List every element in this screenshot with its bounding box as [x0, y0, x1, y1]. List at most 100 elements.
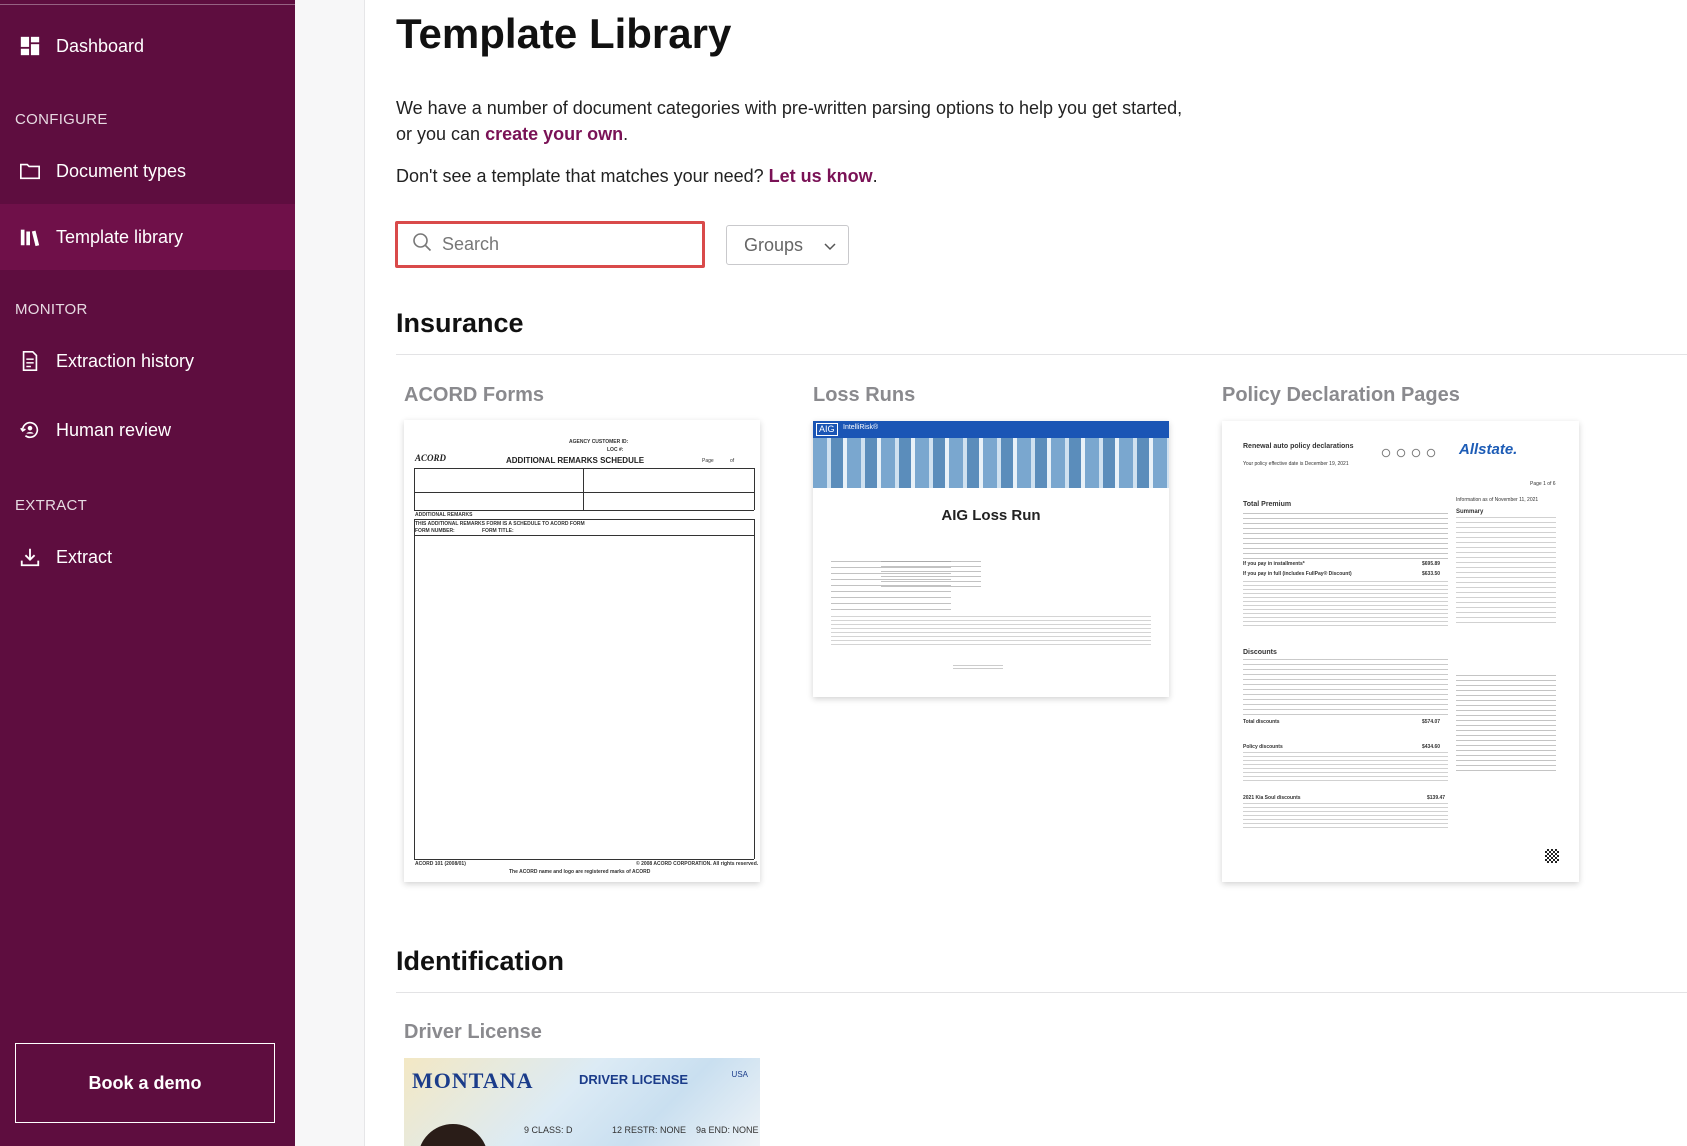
acord-page-label: Page — [702, 458, 714, 464]
intro-line-2: or you can — [396, 124, 486, 144]
chevron-down-icon — [824, 235, 836, 256]
acord-agency-label: AGENCY CUSTOMER ID: — [569, 439, 629, 445]
let-us-know-link[interactable]: Let us know — [769, 166, 873, 186]
sidebar-item-label: Dashboard — [56, 35, 145, 56]
allstate-side-note — [1456, 675, 1556, 775]
acord-loc-label: LOC #: — [607, 447, 624, 453]
dashboard-icon — [18, 34, 42, 58]
create-your-own-link[interactable]: create your own — [485, 124, 623, 144]
acord-footer-left: ACORD 101 (2008/01) — [415, 861, 466, 867]
intro-text: We have a number of document categories … — [396, 95, 1256, 147]
section-title-identification: Identification — [396, 946, 564, 976]
allstate-total-discounts: Total discounts — [1243, 719, 1280, 725]
sidebar-item-label: Document types — [56, 160, 187, 181]
hint-text: Don't see a template that matches your n… — [396, 166, 878, 187]
allstate-premium-table — [1243, 513, 1448, 559]
allstate-installments-value: $695.89 — [1422, 561, 1441, 567]
allstate-policy-discounts: Policy discounts — [1243, 744, 1283, 750]
human-review-icon — [18, 418, 42, 442]
main-content: Template Library We have a number of doc… — [365, 0, 1687, 1146]
acord-heading: ADDITIONAL REMARKS SCHEDULE — [506, 456, 645, 465]
sidebar-item-label: Extract — [56, 546, 113, 567]
allstate-summary-text — [1456, 517, 1556, 627]
acord-footer-center: The ACORD name and logo are registered m… — [509, 869, 651, 875]
allstate-kia-discounts-value: $139.47 — [1427, 795, 1446, 801]
aig-disclaimer-text — [831, 616, 1151, 646]
aig-product: IntelliRisk® — [843, 424, 879, 431]
sidebar-item-extract[interactable]: Extract — [0, 524, 295, 590]
license-title: DRIVER LICENSE — [579, 1072, 689, 1087]
acord-schedule-note: THIS ADDITIONAL REMARKS FORM IS A SCHEDU… — [415, 521, 585, 527]
license-photo — [418, 1124, 488, 1146]
aig-footer — [953, 665, 1003, 671]
allstate-installments: If you pay in installments* — [1243, 561, 1305, 567]
search-box[interactable] — [395, 221, 705, 268]
license-state: MONTANA — [412, 1068, 534, 1093]
allstate-info-date: Information as of November 11, 2021 — [1456, 497, 1539, 503]
acord-form-thumbnail: AGENCY CUSTOMER ID: LOC #: ACORD ADDITIO… — [404, 420, 760, 882]
sidebar-item-document-types[interactable]: Document types — [0, 138, 295, 204]
allstate-policy-discounts-table — [1243, 752, 1448, 784]
driver-license-thumbnail: MONTANA DRIVER LICENSE USA 9 CLASS: D 12… — [404, 1058, 760, 1146]
license-class: 9 CLASS: D — [524, 1125, 573, 1135]
aig-header-bar: AIG IntelliRisk® — [813, 421, 1169, 438]
groups-dropdown[interactable]: Groups — [726, 225, 849, 265]
qr-code-icon — [1545, 849, 1559, 863]
allstate-discounts-table — [1243, 659, 1448, 715]
card-title: ACORD Forms — [404, 384, 545, 406]
license-restrictions: 12 RESTR: NONE — [612, 1125, 687, 1135]
search-icon — [412, 232, 432, 257]
card-title: Policy Declaration Pages — [1222, 384, 1460, 406]
allstate-page: Page 1 of 6 — [1530, 481, 1556, 487]
sidebar-item-human-review[interactable]: Human review — [0, 397, 295, 463]
section-label-extract: EXTRACT — [15, 497, 88, 514]
allstate-heading: Renewal auto policy declarations — [1243, 443, 1354, 450]
groups-label: Groups — [744, 234, 804, 255]
sidebar-item-dashboard[interactable]: Dashboard — [0, 13, 295, 79]
license-endorsements: 9a END: NONE — [696, 1125, 759, 1135]
aig-title: AIG Loss Run — [941, 507, 1041, 524]
search-input[interactable] — [442, 234, 682, 255]
license-country: USA — [731, 1070, 748, 1079]
page-title: Template Library — [396, 10, 732, 57]
allstate-kia-discounts: 2021 Kia Soul discounts — [1243, 795, 1301, 801]
sidebar-top-divider — [0, 4, 295, 5]
section-divider — [396, 992, 1687, 993]
allstate-full-value: $633.50 — [1422, 571, 1441, 577]
content-gutter — [295, 0, 365, 1146]
sidebar-item-template-library[interactable]: Template library — [0, 204, 295, 270]
allstate-total-discounts-value: $574.07 — [1422, 719, 1441, 725]
library-icon — [18, 225, 42, 249]
acord-form-title: FORM TITLE: — [482, 528, 514, 534]
section-divider — [396, 354, 1687, 355]
intro-end: . — [623, 124, 629, 144]
sidebar-item-extraction-history[interactable]: Extraction history — [0, 328, 295, 394]
sidebar: Dashboard CONFIGURE Document types Templ… — [0, 0, 295, 1146]
sidebar-item-label: Human review — [56, 419, 172, 440]
acord-remarks-label: ADDITIONAL REMARKS — [415, 512, 473, 518]
card-title: Loss Runs — [813, 384, 916, 406]
download-icon — [18, 545, 42, 569]
book-demo-button[interactable]: Book a demo — [15, 1043, 275, 1123]
aig-brand: AIG — [816, 423, 838, 436]
acord-of-label: of — [730, 458, 735, 464]
allstate-discounts: Discounts — [1243, 649, 1277, 656]
allstate-total-premium: Total Premium — [1243, 501, 1292, 508]
allstate-effective: Your policy effective date is December 1… — [1243, 461, 1349, 467]
allstate-policy-discounts-value: $434.60 — [1422, 744, 1441, 750]
allstate-notes — [1243, 581, 1448, 627]
hint-line: Don't see a template that matches your n… — [396, 166, 769, 186]
folder-icon — [18, 159, 42, 183]
allstate-logo: Allstate. — [1459, 441, 1518, 458]
acord-footer-right: © 2008 ACORD CORPORATION. All rights res… — [636, 861, 759, 867]
section-label-configure: CONFIGURE — [15, 111, 108, 128]
history-document-icon — [18, 349, 42, 373]
policy-declaration-thumbnail: Renewal auto policy declarations Your po… — [1222, 421, 1579, 882]
hint-end: . — [872, 166, 878, 186]
allstate-full: If you pay in full (includes FullPay® Di… — [1243, 571, 1352, 577]
aig-policy-values — [881, 561, 981, 587]
section-label-monitor: MONITOR — [15, 301, 88, 318]
allstate-kia-table — [1243, 803, 1448, 829]
card-title: Driver License — [404, 1021, 542, 1043]
acord-form-number: FORM NUMBER: — [415, 528, 455, 534]
